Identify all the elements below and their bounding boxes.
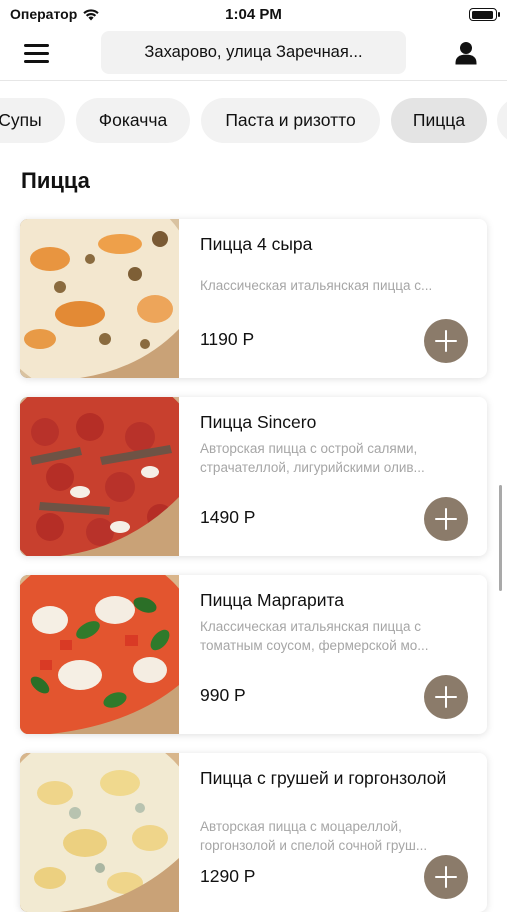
top-bar: Захарово, улица Заречная...	[0, 28, 507, 81]
product-price: 1490 Р	[200, 507, 256, 527]
status-bar: Оператор 1:04 PM	[0, 0, 507, 28]
scrollbar[interactable]	[499, 485, 502, 591]
product-card[interactable]: Пицца 4 сыра Классическая итальянская пи…	[20, 219, 487, 378]
category-chip-next[interactable]	[497, 98, 507, 143]
battery-icon	[469, 8, 500, 21]
category-chip-label: Паста и ризотто	[225, 110, 356, 130]
menu-icon[interactable]	[24, 42, 52, 64]
product-name: Пицца Sincero	[200, 412, 317, 432]
category-chip-pizza[interactable]: Пицца	[391, 98, 487, 143]
status-time: 1:04 PM	[225, 6, 282, 23]
product-price: 990 Р	[200, 685, 246, 705]
add-to-cart-button[interactable]	[424, 675, 468, 719]
product-description: Классическая итальянская пицца с...	[200, 278, 433, 293]
product-price: 1290 Р	[200, 866, 256, 886]
product-price: 1190 Р	[200, 329, 255, 349]
add-to-cart-button[interactable]	[424, 855, 468, 899]
product-name: Пицца с грушей и горгонзолой	[200, 768, 447, 788]
delivery-address-text: Захарово, улица Заречная...	[144, 43, 363, 61]
product-description: Авторская пицца с моцареллой, горгонзоло…	[200, 819, 428, 853]
category-chip-pasta-risotto[interactable]: Паста и ризотто	[201, 98, 380, 143]
product-card[interactable]: Пицца Sincero Авторская пицца с острой с…	[20, 397, 487, 556]
product-name: Пицца 4 сыра	[200, 234, 313, 254]
product-card[interactable]: Пицца с грушей и горгонзолой Авторская п…	[20, 753, 487, 912]
product-image	[20, 575, 179, 734]
product-image	[20, 219, 179, 378]
user-icon[interactable]	[453, 40, 479, 66]
product-card[interactable]: Пицца Маргарита Классическая итальянская…	[20, 575, 487, 734]
category-chip-focaccia[interactable]: Фокачча	[76, 98, 190, 143]
category-chip-label: Супы	[0, 110, 42, 130]
add-to-cart-button[interactable]	[424, 319, 468, 363]
product-description: Авторская пицца с острой салями, страчат…	[200, 441, 425, 475]
product-image	[20, 753, 179, 912]
section-title: Пицца	[21, 168, 90, 193]
product-image	[20, 397, 179, 556]
product-description: Классическая итальянская пицца с томатны…	[200, 619, 429, 653]
category-chip-soups[interactable]: Супы	[0, 98, 65, 143]
add-to-cart-button[interactable]	[424, 497, 468, 541]
category-chip-label: Фокачча	[98, 110, 168, 130]
category-tabs: Супы Фокачча Паста и ризотто Пицца	[0, 98, 507, 144]
category-chip-label: Пицца	[412, 110, 466, 130]
delivery-address-selector[interactable]: Захарово, улица Заречная...	[101, 31, 406, 74]
product-name: Пицца Маргарита	[200, 590, 345, 610]
